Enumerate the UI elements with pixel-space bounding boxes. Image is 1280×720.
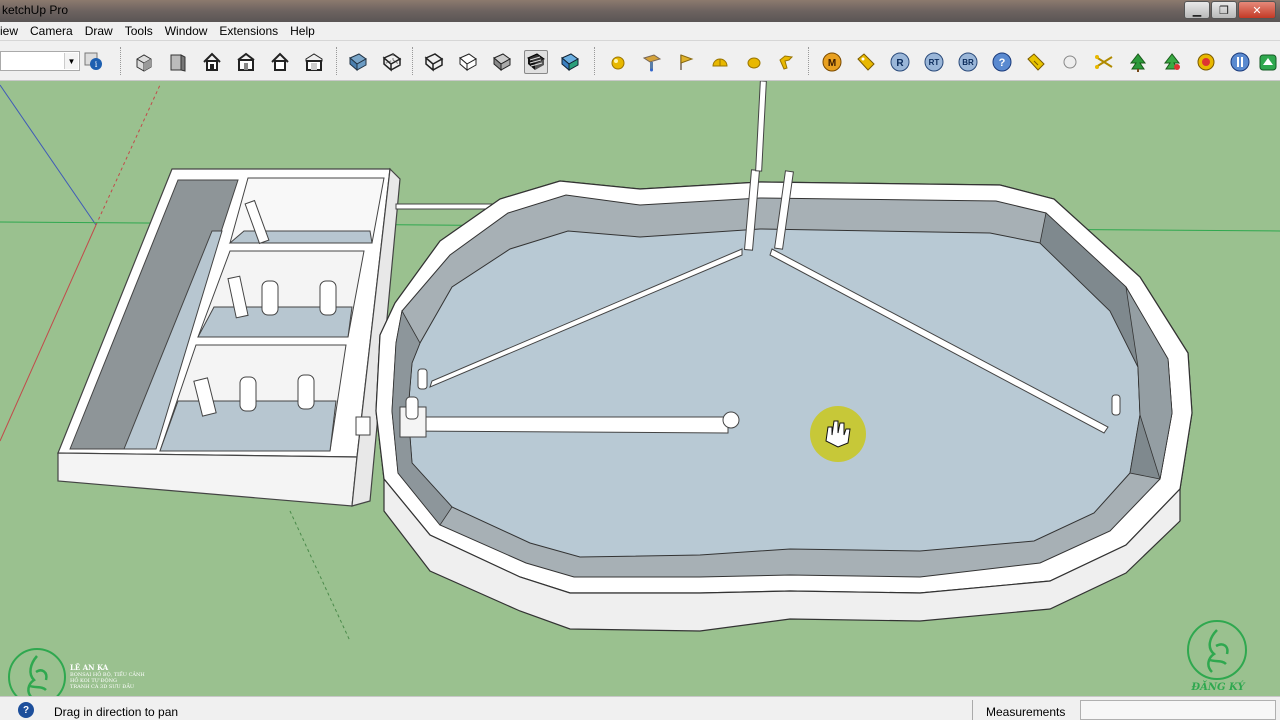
menu-view[interactable]: iew (0, 24, 24, 38)
chevron-down-icon[interactable]: ▼ (64, 53, 78, 69)
window-title: ketchUp Pro (2, 3, 69, 17)
outlet-pipe (355, 416, 371, 436)
plugin-br-icon[interactable]: BR (956, 50, 980, 74)
menu-window[interactable]: Window (159, 24, 214, 38)
pipe (261, 280, 279, 316)
svg-text:i: i (95, 60, 98, 69)
toolbar-separator (412, 47, 414, 75)
koi-pond (375, 81, 1193, 632)
plugin-m-label: M (828, 58, 836, 69)
watermark-line-3: TRANH CÁ 3D SƯU ĐẦU (70, 684, 135, 690)
plugin-rt-icon[interactable]: RT (922, 50, 946, 74)
subscribe-logo-icon (1187, 620, 1247, 680)
shaded-icon[interactable] (490, 50, 514, 74)
inlet-riser (405, 396, 419, 420)
watermark-name: LÊ AN KA (70, 663, 109, 672)
close-button[interactable]: ✕ (1238, 1, 1276, 19)
measurements-input[interactable] (1080, 700, 1276, 720)
help-plugin-icon[interactable]: ? (990, 50, 1014, 74)
menu-camera[interactable]: Camera (24, 24, 79, 38)
subscribe-label: ĐĂNG KÝ (1191, 682, 1245, 693)
green-axis-dashed (289, 510, 351, 642)
drain-riser (417, 368, 428, 390)
main-toolbar: ▼ i M R RT BR ? (0, 41, 1280, 81)
wireframe-icon[interactable] (422, 50, 446, 74)
iso-view-icon[interactable] (132, 50, 156, 74)
red-axis-dashed (95, 84, 161, 226)
pipe (297, 374, 315, 410)
status-message: Drag in direction to pan (54, 705, 179, 719)
front-view-icon[interactable] (200, 50, 224, 74)
xray-icon[interactable] (346, 50, 370, 74)
minimize-button[interactable]: ▁ (1184, 1, 1210, 19)
pipe (239, 376, 257, 412)
pond-model-scene (0, 81, 1280, 642)
drain-riser (1111, 394, 1121, 416)
plugin-r-label: R (896, 58, 904, 69)
back-view-icon[interactable] (268, 50, 292, 74)
hand-pointer-icon[interactable] (774, 50, 798, 74)
menu-draw[interactable]: Draw (79, 24, 119, 38)
section-plane-icon[interactable] (640, 50, 664, 74)
price-tag-icon[interactable] (1024, 50, 1048, 74)
plugin-br-label: BR (962, 58, 974, 67)
back-edges-icon[interactable] (380, 50, 404, 74)
window-controls: ▁ ❐ ✕ (1184, 1, 1276, 19)
flag-icon[interactable] (674, 50, 698, 74)
plugin-rt-label: RT (929, 58, 940, 67)
menu-extensions[interactable]: Extensions (213, 24, 284, 38)
tree-alt-icon[interactable] (1160, 50, 1184, 74)
menu-bar: iew Camera Draw Tools Window Extensions … (0, 22, 1280, 41)
dot-icon[interactable] (1058, 50, 1082, 74)
subscribe-watermark[interactable]: ĐĂNG KÝ (1184, 620, 1250, 700)
plugin-r-icon[interactable]: R (888, 50, 912, 74)
title-bar[interactable]: ketchUp Pro ▁ ❐ ✕ (0, 0, 1280, 22)
standpipe-top (755, 81, 767, 172)
sphere-icon[interactable] (606, 50, 630, 74)
toolbar-separator (120, 47, 122, 75)
pipe (319, 280, 337, 316)
monochrome-icon[interactable] (558, 50, 582, 74)
top-view-icon[interactable] (166, 50, 190, 74)
left-view-icon[interactable] (302, 50, 326, 74)
target-icon[interactable] (1194, 50, 1218, 74)
pond-tool-icon[interactable] (1256, 50, 1280, 74)
menu-tools[interactable]: Tools (119, 24, 159, 38)
pause-icon[interactable] (1228, 50, 1252, 74)
dome-icon[interactable] (708, 50, 732, 74)
shaded-textures-icon[interactable] (524, 50, 548, 74)
inlet-pipe (401, 416, 729, 434)
layer-info-icon[interactable]: i (84, 52, 104, 72)
hidden-line-icon[interactable] (456, 50, 480, 74)
measurements-label: Measurements (986, 705, 1066, 719)
toolbar-separator (594, 47, 596, 75)
right-view-icon[interactable] (234, 50, 258, 74)
toolbar-separator (336, 47, 338, 75)
plugin-m-icon[interactable]: M (820, 50, 844, 74)
layer-dropdown[interactable]: ▼ (0, 51, 80, 71)
bottom-drain (722, 411, 740, 429)
status-bar: ? Drag in direction to pan Measurements (0, 696, 1280, 720)
tag-icon[interactable] (854, 50, 878, 74)
scissors-icon[interactable] (1092, 50, 1116, 74)
status-separator (972, 700, 973, 720)
menu-help[interactable]: Help (284, 24, 321, 38)
model-viewport[interactable] (0, 81, 1280, 696)
pan-cursor (810, 406, 866, 462)
restore-button[interactable]: ❐ (1211, 1, 1237, 19)
toolbar-separator (808, 47, 810, 75)
help-plugin-label: ? (999, 57, 1006, 69)
ball-icon[interactable] (742, 50, 766, 74)
tree-icon[interactable] (1126, 50, 1150, 74)
help-icon[interactable]: ? (18, 702, 34, 718)
blue-axis (0, 84, 97, 226)
